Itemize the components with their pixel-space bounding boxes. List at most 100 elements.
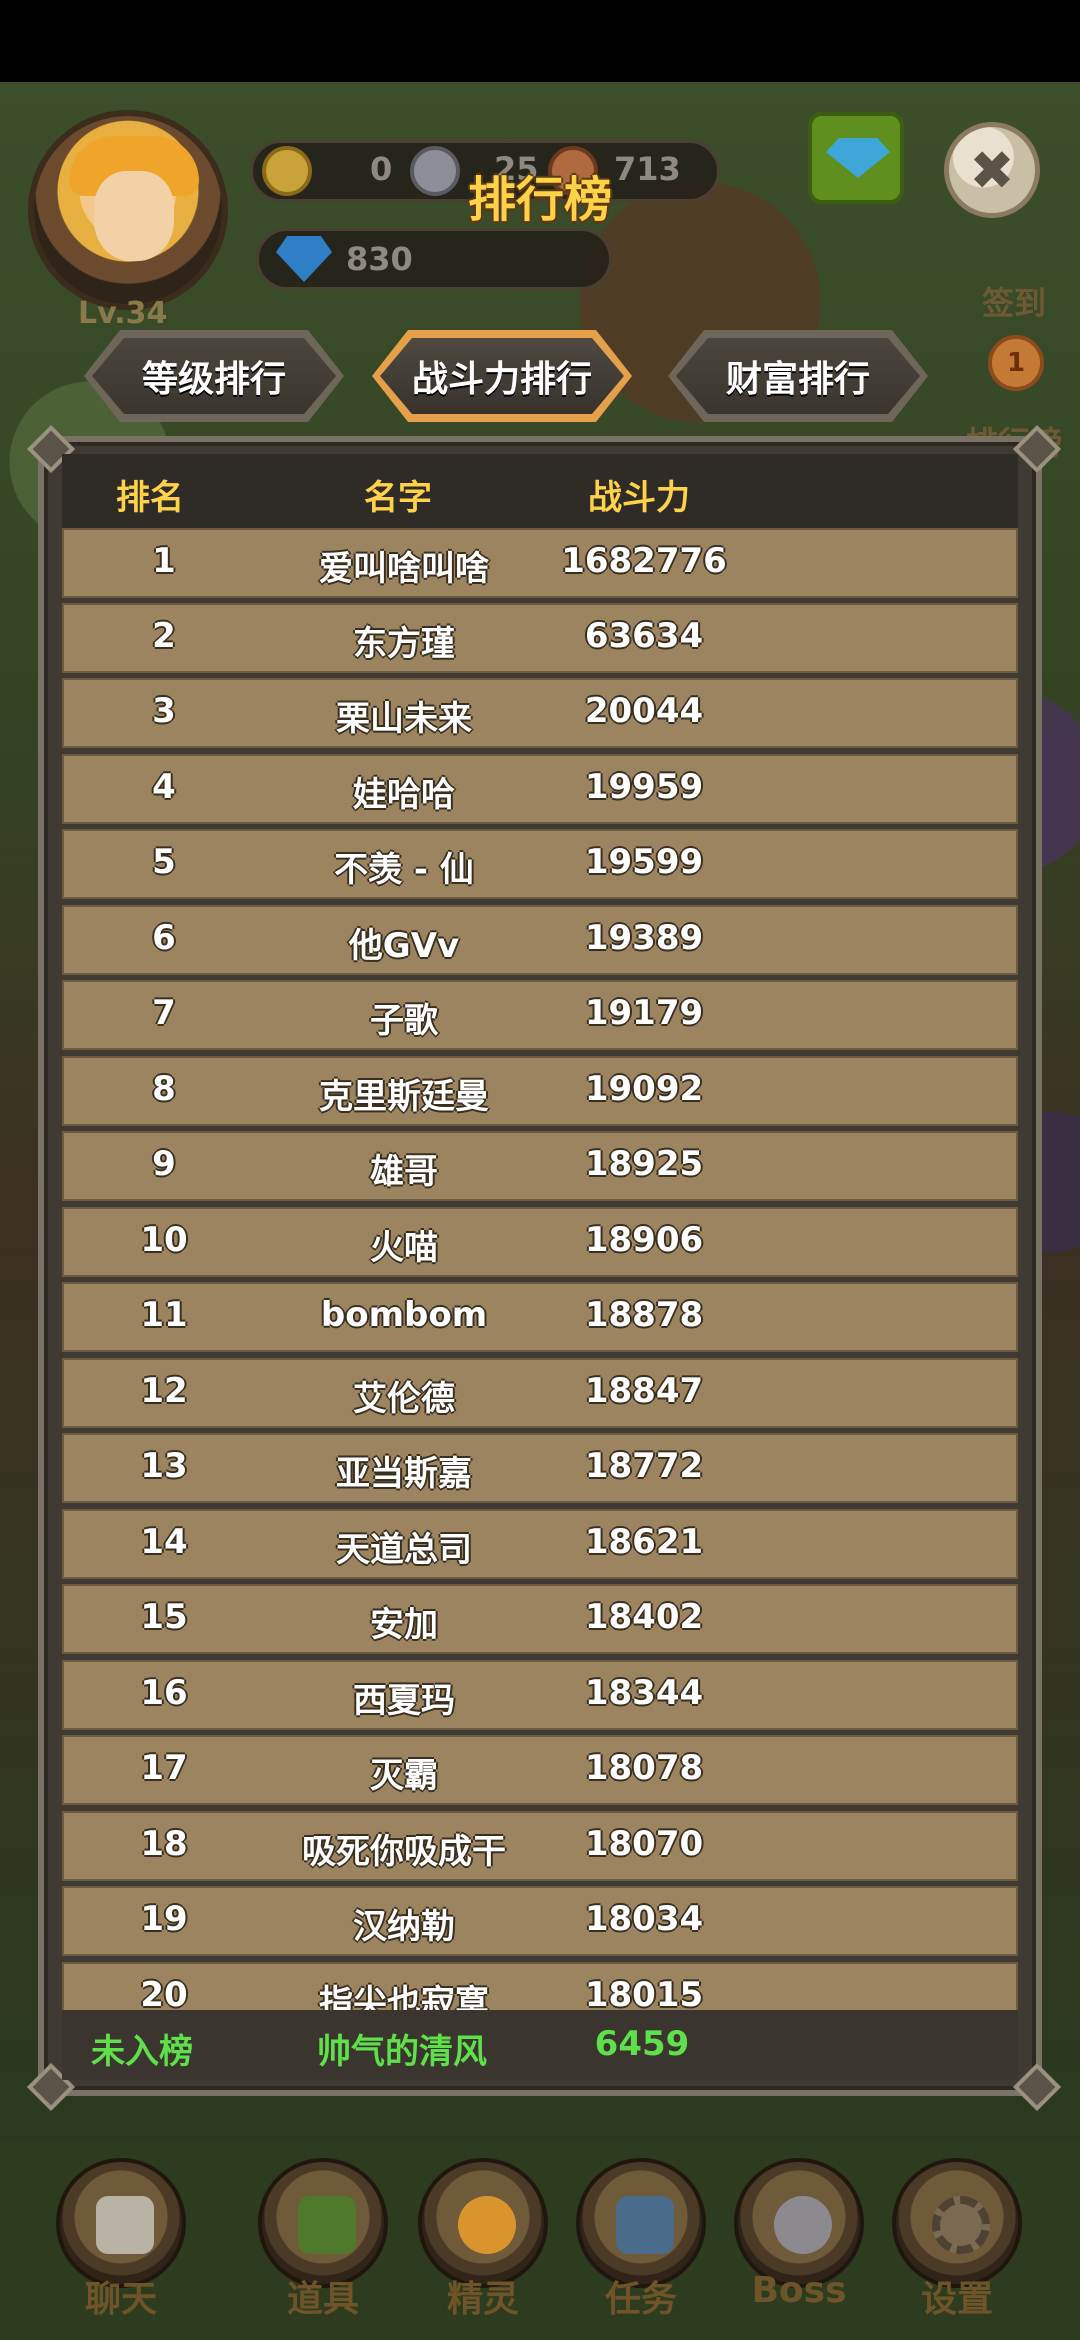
nav-tasks-button[interactable] <box>576 2158 706 2288</box>
row-power: 19389 <box>584 918 704 958</box>
nav-chat-button[interactable] <box>56 2158 186 2288</box>
row-name: 雄哥 <box>370 1152 438 1192</box>
row-power: 18621 <box>584 1522 704 1562</box>
page-title: 排行榜 <box>467 172 612 228</box>
backpack-icon <box>298 2196 356 2254</box>
nav-pets-label: 精灵 <box>446 2279 519 2320</box>
row-rank: 17 <box>140 1748 188 1788</box>
row-rank: 15 <box>140 1597 188 1637</box>
tab-level-ranking[interactable]: 等级排行 <box>84 330 344 422</box>
nav-tasks-label: 任务 <box>604 2279 677 2320</box>
header-name: 名字 <box>364 478 432 518</box>
table-row[interactable]: 5 不羡 - 仙 19599 <box>62 829 1018 899</box>
signin-label[interactable]: 签到 <box>982 278 1046 324</box>
ranking-list[interactable]: 1 爱叫啥叫啥 1682776 2 东方瑾 63634 3 栗山未来 20044… <box>62 528 1018 2010</box>
header-rank: 排名 <box>116 478 184 518</box>
nav-settings-label: 设置 <box>920 2279 993 2320</box>
row-rank: 1 <box>152 541 176 581</box>
table-row[interactable]: 6 他GVv 19389 <box>62 905 1018 975</box>
row-rank: 14 <box>140 1522 188 1562</box>
tab-power-ranking[interactable]: 战斗力排行 <box>372 330 632 422</box>
row-name: bombom <box>320 1295 488 1335</box>
table-row[interactable]: 18 吸死你吸成干 18070 <box>62 1811 1018 1881</box>
status-bar <box>0 0 1080 82</box>
row-power: 18070 <box>584 1824 704 1864</box>
table-row[interactable]: 16 西夏玛 18344 <box>62 1660 1018 1730</box>
table-row[interactable]: 11 bombom 18878 <box>62 1282 1018 1352</box>
row-name: 火喵 <box>370 1228 438 1268</box>
table-row[interactable]: 10 火喵 18906 <box>62 1207 1018 1277</box>
row-power: 18906 <box>584 1220 704 1260</box>
tab-label: 财富排行 <box>725 359 870 400</box>
row-power: 19959 <box>584 767 704 807</box>
table-row[interactable]: 13 亚当斯嘉 18772 <box>62 1433 1018 1503</box>
row-rank: 6 <box>152 918 176 958</box>
row-power: 18878 <box>584 1295 704 1335</box>
table-row[interactable]: 12 艾伦德 18847 <box>62 1358 1018 1428</box>
nav-boss-button[interactable] <box>734 2158 864 2288</box>
table-row[interactable]: 7 子歌 19179 <box>62 980 1018 1050</box>
nav-pets-button[interactable] <box>418 2158 548 2288</box>
row-rank: 16 <box>140 1673 188 1713</box>
row-power: 18925 <box>584 1144 704 1184</box>
table-row[interactable]: 20 指尖也寂寞 18015 <box>62 1962 1018 2010</box>
tab-wealth-ranking[interactable]: 财富排行 <box>668 330 928 422</box>
table-row[interactable]: 14 天道总司 18621 <box>62 1509 1018 1579</box>
row-rank: 13 <box>140 1446 188 1486</box>
row-name: 亚当斯嘉 <box>336 1454 472 1494</box>
row-power: 18015 <box>584 1975 704 2010</box>
table-row[interactable]: 19 汉纳勒 18034 <box>62 1886 1018 1956</box>
row-power: 63634 <box>584 616 704 656</box>
row-power: 18034 <box>584 1899 704 1939</box>
my-rank-row: 未入榜 帅气的清风 6459 <box>62 2010 1018 2080</box>
row-rank: 9 <box>152 1144 176 1184</box>
row-rank: 11 <box>140 1295 188 1335</box>
row-name: 天道总司 <box>336 1530 472 1570</box>
nav-boss-label: Boss <box>751 2270 847 2311</box>
table-row[interactable]: 9 雄哥 18925 <box>62 1131 1018 1201</box>
row-power: 19092 <box>584 1069 704 1109</box>
row-name: 西夏玛 <box>353 1681 455 1721</box>
row-rank: 5 <box>152 842 176 882</box>
row-rank: 8 <box>152 1069 176 1109</box>
nav-items-button[interactable] <box>258 2158 388 2288</box>
chat-icon <box>96 2196 154 2254</box>
cat-icon <box>458 2196 516 2254</box>
row-power: 19179 <box>584 993 704 1033</box>
row-rank: 4 <box>152 767 176 807</box>
my-power: 6459 <box>594 2024 690 2064</box>
my-rank: 未入榜 <box>91 2032 193 2072</box>
table-row[interactable]: 8 克里斯廷曼 19092 <box>62 1056 1018 1126</box>
table-row[interactable]: 17 灭霸 18078 <box>62 1735 1018 1805</box>
row-power: 18344 <box>584 1673 704 1713</box>
table-header: 排名 名字 战斗力 <box>62 454 1018 528</box>
row-name: 吸死你吸成干 <box>302 1832 506 1872</box>
row-rank: 20 <box>140 1975 188 2010</box>
row-rank: 3 <box>152 691 176 731</box>
row-power: 18772 <box>584 1446 704 1486</box>
table-row[interactable]: 3 栗山未来 20044 <box>62 678 1018 748</box>
skull-icon <box>774 2196 832 2254</box>
gear-icon <box>932 2196 990 2254</box>
row-power: 19599 <box>584 842 704 882</box>
row-name: 东方瑾 <box>353 624 455 664</box>
row-name: 娃哈哈 <box>353 775 455 815</box>
my-name: 帅气的清风 <box>317 2032 487 2072</box>
table-row[interactable]: 15 安加 18402 <box>62 1584 1018 1654</box>
table-row[interactable]: 1 爱叫啥叫啥 1682776 <box>62 528 1018 598</box>
book-icon <box>616 2196 674 2254</box>
row-rank: 7 <box>152 993 176 1033</box>
row-power: 1682776 <box>561 541 727 581</box>
table-row[interactable]: 4 娃哈哈 19959 <box>62 754 1018 824</box>
leaderboard-medal-icon[interactable]: 1 <box>988 335 1044 391</box>
table-row[interactable]: 2 东方瑾 63634 <box>62 603 1018 673</box>
row-name: 子歌 <box>370 1001 438 1041</box>
header-power: 战斗力 <box>588 478 690 518</box>
row-rank: 19 <box>140 1899 188 1939</box>
row-rank: 10 <box>140 1220 188 1260</box>
nav-settings-button[interactable] <box>892 2158 1022 2288</box>
tab-label: 战斗力排行 <box>411 359 592 400</box>
row-power: 18847 <box>584 1371 704 1411</box>
row-power: 18078 <box>584 1748 704 1788</box>
row-name: 安加 <box>370 1605 438 1645</box>
